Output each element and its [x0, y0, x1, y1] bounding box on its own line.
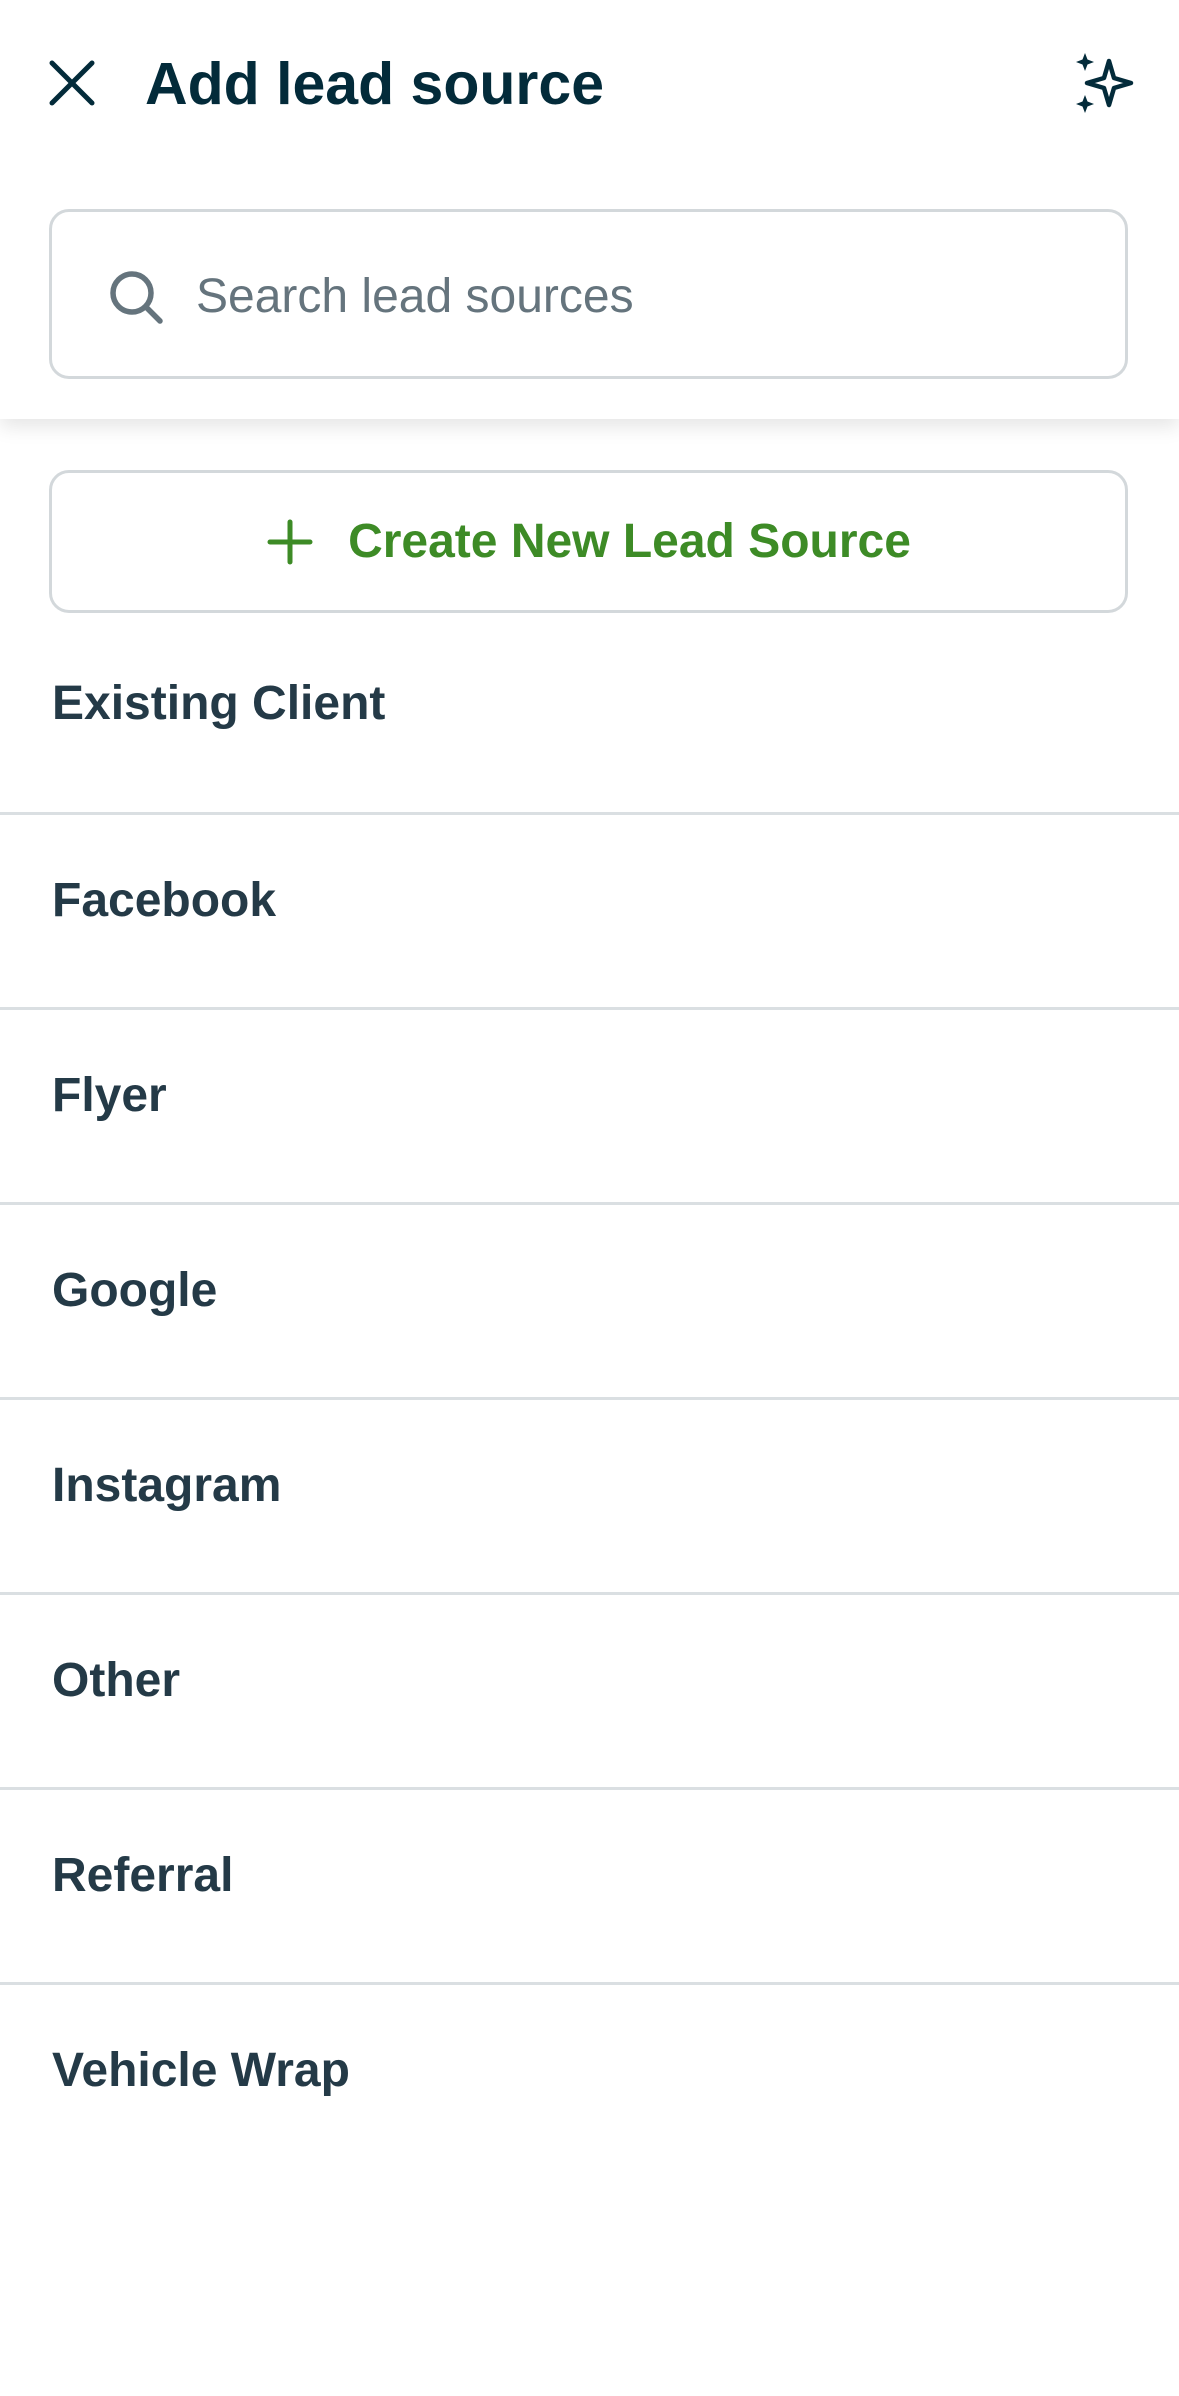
lead-source-label: Flyer — [52, 1069, 167, 1122]
lead-source-label: Instagram — [52, 1459, 282, 1512]
search-icon — [110, 271, 163, 324]
list-item[interactable]: Existing Client — [0, 618, 1179, 815]
list-item[interactable]: Other — [0, 1595, 1179, 1790]
list-item[interactable]: Facebook — [0, 815, 1179, 1010]
lead-source-list: Existing Client Facebook Flyer Google In… — [0, 618, 1179, 2180]
header: Add lead source — [0, 0, 1179, 165]
create-new-lead-source-button[interactable]: Create New Lead Source — [49, 470, 1128, 613]
lead-source-label: Google — [52, 1264, 218, 1317]
sparkle-icon — [1076, 53, 1134, 113]
list-item[interactable]: Instagram — [0, 1400, 1179, 1595]
ai-sparkle-button[interactable] — [1068, 44, 1142, 122]
list-item[interactable]: Referral — [0, 1790, 1179, 1985]
lead-source-label: Facebook — [52, 874, 277, 927]
list-item[interactable]: Google — [0, 1205, 1179, 1400]
top-panel: Add lead source — [0, 0, 1179, 419]
search-field[interactable] — [49, 209, 1128, 379]
lead-source-label: Other — [52, 1654, 181, 1707]
create-button-label: Create New Lead Source — [348, 515, 911, 568]
lead-source-label: Referral — [52, 1849, 234, 1902]
list-item[interactable]: Flyer — [0, 1010, 1179, 1205]
close-button[interactable] — [36, 44, 108, 122]
page-title: Add lead source — [145, 51, 605, 117]
close-icon — [49, 60, 95, 106]
plus-icon — [267, 519, 313, 564]
lead-source-label: Existing Client — [52, 677, 386, 730]
lead-source-label: Vehicle Wrap — [52, 2044, 350, 2097]
search-input[interactable] — [196, 252, 1096, 340]
list-item[interactable]: Vehicle Wrap — [0, 1985, 1179, 2180]
add-lead-source-screen: Add lead source Create New Lead Source — [0, 0, 1179, 2396]
